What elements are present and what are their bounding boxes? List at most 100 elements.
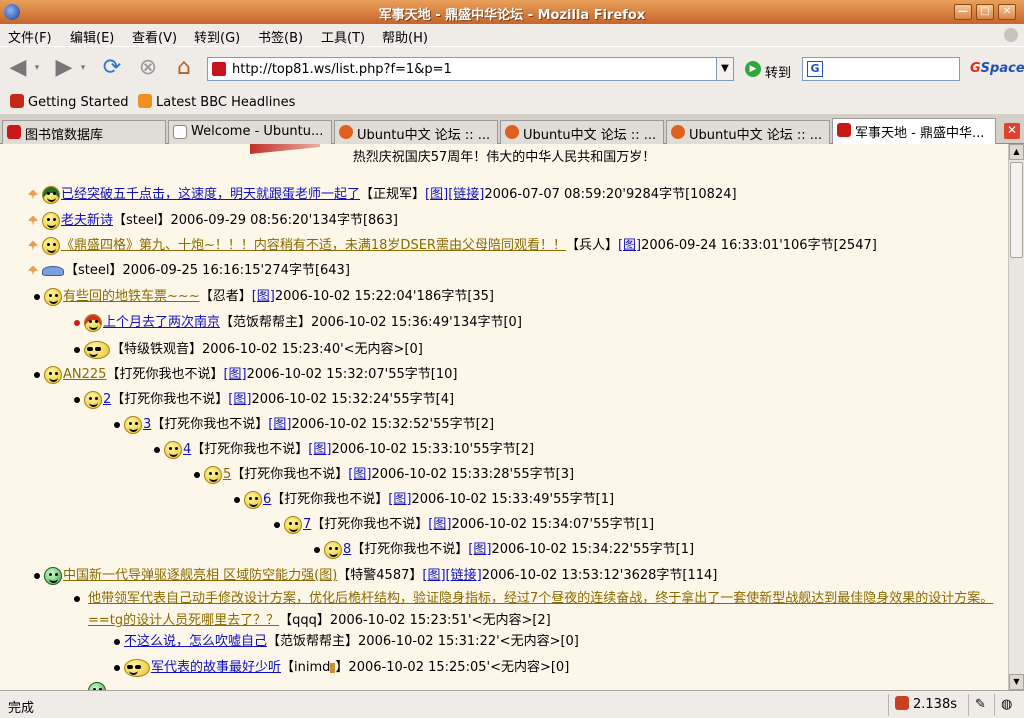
post-title-link[interactable]: AN225 [63,367,106,382]
image-link[interactable]: [图] [252,289,275,304]
post-title-link[interactable]: 军代表的故事最好少听 [151,660,281,675]
post-title-link[interactable]: 有些回的地铁车票~~~ [63,289,200,304]
edit-icon[interactable]: ✎ [968,694,994,716]
list-item: 3【打死你我也不说】[图]2006-10-02 15:32:52'55字节[2] [114,414,494,436]
bullet-icon [74,595,80,602]
image-link[interactable]: [图] [348,467,371,482]
emoticon-icon [84,313,102,332]
image-link[interactable]: [图] [228,392,251,407]
tab-ubuntu-forum-2[interactable]: Ubuntu中文 论坛 :: ... [500,120,664,144]
tab-ubuntu-forum-1[interactable]: Ubuntu中文 论坛 :: ... [334,120,498,144]
maximize-button[interactable]: □ [976,4,994,20]
bullet-icon [114,664,120,671]
search-box[interactable]: G [802,57,960,81]
emoticon-icon [324,540,342,559]
gspace-button[interactable]: GSpace [970,61,1024,76]
url-input[interactable] [232,60,712,78]
list-item: 【特级铁观音】2006-10-02 15:23:40'<无内容>[0] [74,339,423,361]
emoticon-icon [204,465,222,484]
image-link[interactable]: [图] [468,542,491,557]
load-time-panel: 2.138s [888,694,968,716]
image-link[interactable]: [图] [223,367,246,382]
image-link[interactable]: [图] [268,417,291,432]
pin-icon [28,240,38,251]
bookmarks-toolbar: Getting Started Latest BBC Headlines [0,90,1024,114]
bookmark-getting-started[interactable]: Getting Started [10,94,129,110]
menu-tools[interactable]: 工具(T) [321,27,365,46]
reload-button[interactable]: ⟳ [98,55,126,81]
list-item: 4【打死你我也不说】[图]2006-10-02 15:33:10'55字节[2] [154,439,534,461]
google-search-engine-icon[interactable]: G [807,61,823,77]
scroll-thumb[interactable] [1010,162,1023,258]
list-item: 老夫新诗【steel】2006-09-29 08:56:20'134字节[863… [28,210,398,232]
tab-ubuntu-welcome[interactable]: Welcome - Ubuntu... [168,120,332,144]
list-item: 5【打死你我也不说】[图]2006-10-02 15:33:28'55字节[3] [194,464,574,486]
list-item: 《鼎盛四格》第九、十炮~！！！内容稍有不适，未满18岁DSER需由父母陪同观看！… [28,235,877,257]
menu-view[interactable]: 查看(V) [132,27,177,46]
bookmark-bbc-headlines[interactable]: Latest BBC Headlines [138,94,295,110]
scroll-up-button[interactable]: ▲ [1009,144,1024,160]
external-link[interactable]: [链接] [448,187,484,202]
search-input[interactable] [827,60,957,78]
minimize-button[interactable]: — [954,4,972,20]
list-item: 6【打死你我也不说】[图]2006-10-02 15:33:49'55字节[1] [234,489,614,511]
bullet-icon [314,546,320,553]
post-title-link[interactable]: 已经突破五千点击，这速度，明天就跟蛋老师一起了 [61,187,360,202]
image-link[interactable]: [图] [388,492,411,507]
list-item: 已经突破五千点击，这速度，明天就跟蛋老师一起了【正规军】[图][链接]2006-… [28,184,737,206]
menu-help[interactable]: 帮助(H) [382,27,428,46]
window-titlebar: 军事天地 - 鼎盛中华论坛 - Mozilla Firefox — □ ✕ [0,0,1024,24]
emoticon-icon [244,490,262,509]
pin-icon [28,215,38,226]
tab-ubuntu-forum-3[interactable]: Ubuntu中文 论坛 :: ... [666,120,830,144]
vertical-scrollbar[interactable]: ▲ ▼ [1008,144,1024,690]
close-window-button[interactable]: ✕ [998,4,1016,20]
post-title-link[interactable]: 不这么说，怎么吹嘘自己 [124,634,267,649]
tab-library[interactable]: 图书馆数据库 [2,120,166,144]
list-item: 8【打死你我也不说】[图]2006-10-02 15:34:22'55字节[1] [314,539,694,561]
post-title-link[interactable]: 中国新一代导弹驱逐舰亮相 区域防空能力强(图) [63,568,337,583]
list-item: 7【打死你我也不说】[图]2006-10-02 15:34:07'55字节[1] [274,514,654,536]
menu-go[interactable]: 转到(G) [194,27,240,46]
image-link[interactable]: [图] [428,517,451,532]
hat-emoticon-icon [42,265,64,276]
list-item: 军代表的故事最好少听【inimd 】2006-10-02 15:25:05'<无内… [114,657,569,679]
ubuntu-icon [339,125,353,139]
post-title-link[interactable]: 《鼎盛四格》第九、十炮~！！！内容稍有不适，未满18岁DSER需由父母陪同观看！… [61,238,566,253]
list-item: 上个月去了两次南京【范饭帮帮主】2006-10-02 15:36:49'134字… [74,312,522,334]
external-link[interactable]: [链接] [446,568,482,583]
bullet-icon [234,496,240,503]
forward-dropdown-icon[interactable]: ▾ [78,55,88,81]
image-link[interactable]: [图] [618,238,641,253]
ubuntu-icon [671,125,685,139]
menu-bookmarks[interactable]: 书签(B) [258,27,303,46]
post-title-link[interactable]: 上个月去了两次南京 [103,315,220,330]
emoticon-icon [84,390,102,409]
image-link[interactable]: [图] [425,187,448,202]
post-title-link[interactable]: 老夫新诗 [61,213,113,228]
bullet-icon [74,319,80,326]
tab-military-forum[interactable]: 军事天地 - 鼎盛中华... [832,118,996,145]
go-button[interactable]: 转到 [765,62,791,81]
back-dropdown-icon[interactable]: ▾ [32,55,42,81]
menu-edit[interactable]: 编辑(E) [70,27,114,46]
url-bar[interactable] [207,57,717,81]
scroll-down-button[interactable]: ▼ [1009,674,1024,690]
image-link[interactable]: [图] [422,568,445,583]
status-text: 完成 [8,701,35,716]
stop-button[interactable]: ⊗ [134,55,162,81]
menu-file[interactable]: 文件(F) [8,27,52,46]
url-dropdown-button[interactable]: ▼ [716,57,734,81]
addon-icon[interactable]: ◍ [994,694,1024,716]
forward-button[interactable]: ▶ [50,55,78,81]
home-button[interactable]: ⌂ [170,55,198,81]
list-item: AN225【打死你我也不说】[图]2006-10-02 15:32:07'55字… [34,364,457,386]
ubuntu-icon [505,125,519,139]
back-button[interactable]: ◀ [4,55,32,81]
pin-icon [28,265,38,276]
close-tab-button[interactable]: ✕ [1004,123,1020,139]
image-link[interactable]: [图] [308,442,331,457]
bullet-icon [194,471,200,478]
tab-bar: 图书馆数据库 Welcome - Ubuntu... Ubuntu中文 论坛 :… [0,118,1024,145]
go-arrow-icon[interactable]: ▶ [745,61,761,77]
